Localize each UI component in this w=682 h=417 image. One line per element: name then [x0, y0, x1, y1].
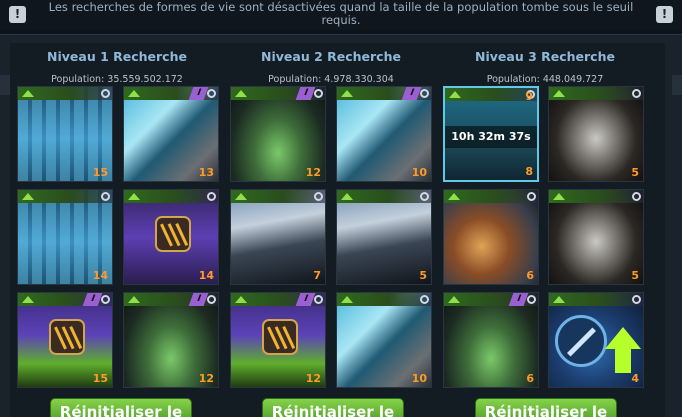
upgrade-arrow-icon [553, 193, 565, 200]
tile-level: 5 [631, 166, 639, 179]
lifeform-ring-icon [101, 89, 110, 98]
research-tile[interactable]: I 12 [230, 86, 326, 182]
lifeform-ring-icon [314, 89, 323, 98]
research-tile[interactable]: I 15 [17, 292, 113, 388]
upgrade-arrow-icon [128, 193, 140, 200]
tile-level: 6 [526, 372, 534, 385]
tile-level: 10 [411, 372, 427, 385]
research-tile[interactable]: 10 [336, 292, 432, 388]
lifeform-ring-icon [314, 295, 323, 304]
research-grid: Niveau 1 Recherche Population: 35.559.50… [10, 43, 665, 417]
research-tile[interactable]: 5 [548, 189, 644, 285]
warning-icon: ! [656, 6, 673, 23]
research-tile[interactable]: 4 [548, 292, 644, 388]
tile-level: 5 [419, 269, 427, 282]
tile-level: 7 [313, 269, 321, 282]
upgrade-arrow-icon [341, 193, 353, 200]
reset-button-level-2[interactable]: Réinitialiser le [262, 398, 404, 417]
research-tile[interactable]: I 13 [123, 86, 219, 182]
research-tile[interactable]: 5 [548, 86, 644, 182]
lifeform-ring-icon [207, 192, 216, 201]
up-arrow-icon [605, 327, 641, 373]
upgrade-arrow-icon [448, 193, 460, 200]
research-tile[interactable]: 6 [443, 189, 539, 285]
upgrade-arrow-icon [341, 90, 353, 97]
upgrade-arrow-icon [449, 91, 461, 98]
research-panel: Niveau 1 Recherche Population: 35.559.50… [0, 34, 682, 417]
tile-level: 14 [198, 269, 214, 282]
column-population: Population: 4.978.330.304 [268, 74, 394, 85]
research-tile[interactable]: 7 [230, 189, 326, 285]
column-title: Niveau 2 Recherche [261, 49, 401, 64]
column-title: Niveau 3 Recherche [475, 49, 615, 64]
tile-level: 14 [92, 269, 108, 282]
upgrade-arrow-icon [448, 296, 460, 303]
tile-level: 13 [198, 166, 214, 179]
lifeform-ring-icon [527, 192, 536, 201]
tile-level: 12 [305, 166, 321, 179]
reset-button-level-1[interactable]: Réinitialiser le [50, 398, 192, 417]
notice-bar: ! Les recherches de formes de vie sont d… [0, 0, 682, 30]
research-tile[interactable]: 15 [17, 86, 113, 182]
lifeform-ring-icon [527, 295, 536, 304]
research-tile[interactable]: 14 [123, 189, 219, 285]
research-tile[interactable]: 14 [17, 189, 113, 285]
upgrade-arrow-icon [341, 296, 353, 303]
upgrade-arrow-icon [235, 193, 247, 200]
upgrade-arrow-icon [22, 193, 34, 200]
notice-text: Les recherches de formes de vie sont dés… [48, 0, 634, 27]
upgrade-arrow-icon [22, 90, 34, 97]
upgrade-arrow-icon [22, 296, 34, 303]
tile-level: 15 [92, 166, 108, 179]
lifeform-ring-icon [420, 89, 429, 98]
tile-level: 10 [411, 166, 427, 179]
upgrade-arrow-icon [128, 90, 140, 97]
upgrade-arrow-icon [235, 90, 247, 97]
research-tile[interactable]: I 10 [336, 86, 432, 182]
plan-icon [155, 216, 191, 252]
upgrade-arrow-icon [553, 296, 565, 303]
plan-icon [262, 319, 298, 355]
lifeform-ring-icon [632, 89, 641, 98]
lifeform-ring-icon [632, 192, 641, 201]
plan-icon [49, 319, 85, 355]
column-header: Niveau 3 Recherche Population: 448.049.7… [438, 49, 652, 85]
tile-level: 12 [198, 372, 214, 385]
tile-level: 12 [305, 372, 321, 385]
upgrade-arrow-icon [553, 90, 565, 97]
column-population: Population: 35.559.502.172 [51, 74, 183, 85]
research-tile[interactable]: I 12 [230, 292, 326, 388]
tile-next-level: 9 [525, 90, 533, 103]
upgrade-arrow-icon [235, 296, 247, 303]
lifeform-ring-icon [207, 295, 216, 304]
lifeform-ring-icon [632, 295, 641, 304]
research-tile[interactable]: I6 [443, 292, 539, 388]
panel-edge-left [0, 75, 10, 95]
lifeform-ring-icon [207, 89, 216, 98]
tile-level: 5 [631, 269, 639, 282]
lifeform-ring-icon [420, 192, 429, 201]
compass-icon [555, 315, 607, 367]
lifeform-ring-icon [314, 192, 323, 201]
lifeform-ring-icon [101, 192, 110, 201]
panel-edge-right [672, 75, 682, 95]
research-tile[interactable]: 9 10h 32m 37s 8 [443, 86, 539, 182]
tile-level: 4 [631, 372, 639, 385]
research-tile[interactable]: 5 [336, 189, 432, 285]
reset-button-level-3[interactable]: Réinitialiser le [475, 398, 617, 417]
column-header: Niveau 2 Recherche Population: 4.978.330… [224, 49, 438, 85]
upgrade-arrow-icon [128, 296, 140, 303]
lifeform-ring-icon [101, 295, 110, 304]
research-tile[interactable]: I 12 [123, 292, 219, 388]
lifeform-ring-icon [420, 295, 429, 304]
column-title: Niveau 1 Recherche [47, 49, 187, 64]
column-population: Population: 448.049.727 [486, 74, 604, 85]
tile-level: 6 [526, 269, 534, 282]
tile-level: 8 [525, 165, 533, 178]
column-header: Niveau 1 Recherche Population: 35.559.50… [10, 49, 224, 85]
warning-icon: ! [9, 6, 26, 23]
tile-level: 15 [92, 372, 108, 385]
tile-timer: 10h 32m 37s [445, 126, 537, 148]
